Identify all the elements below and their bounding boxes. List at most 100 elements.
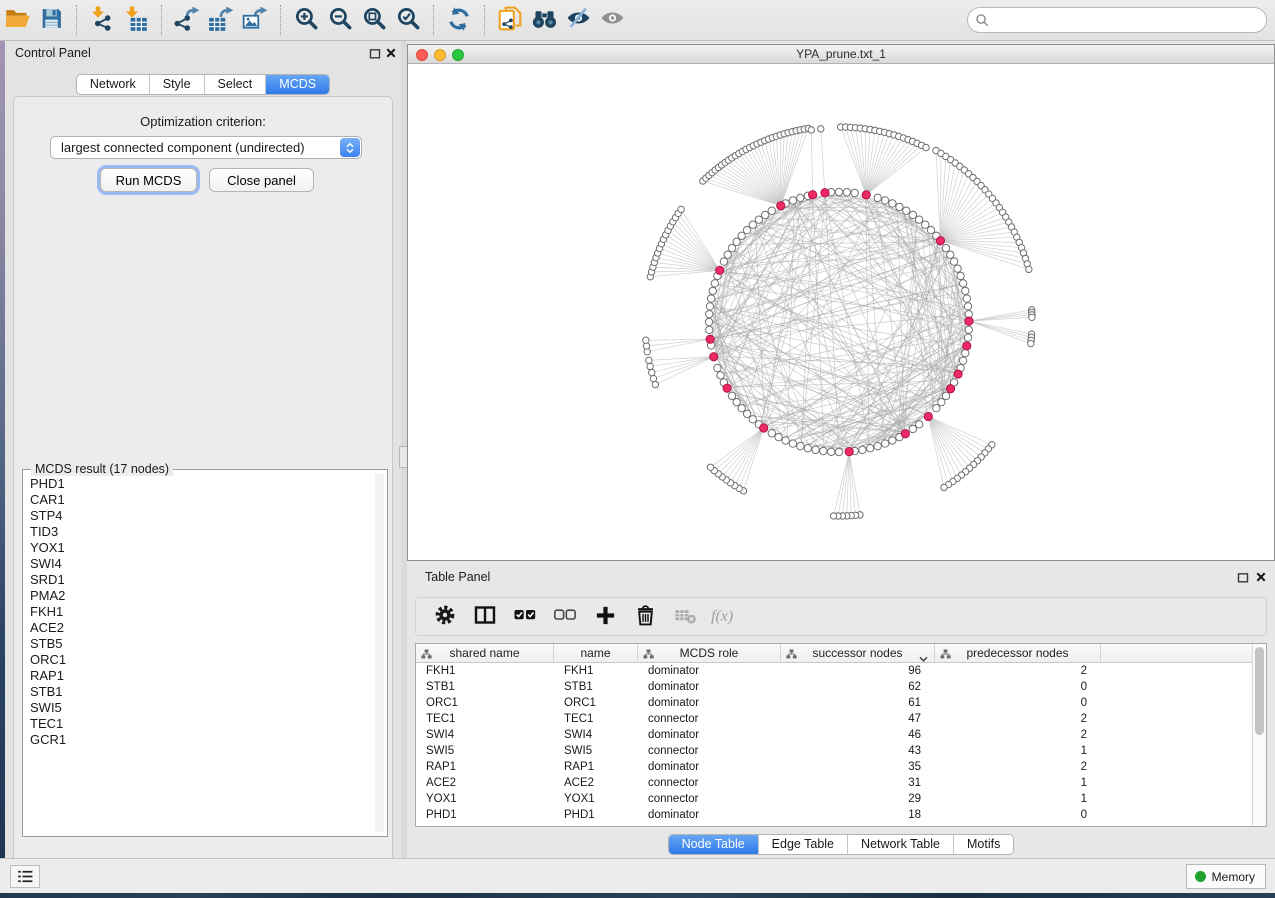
cell-shared-name[interactable]: FKH1	[416, 663, 554, 679]
cell-predecessor-nodes[interactable]: 0	[935, 695, 1101, 711]
memory-button[interactable]: Memory	[1186, 864, 1266, 889]
column-header-predecessor-nodes[interactable]: predecessor nodes	[935, 644, 1101, 662]
tab-network-table[interactable]: Network Table	[847, 835, 953, 854]
mcds-result-item[interactable]: SWI4	[24, 556, 376, 572]
cell-predecessor-nodes[interactable]: 2	[935, 759, 1101, 775]
close-icon[interactable]	[384, 47, 397, 59]
cell-successor-nodes[interactable]: 62	[781, 679, 935, 695]
table-row[interactable]: YOX1YOX1connector291	[416, 791, 1266, 807]
cell-name[interactable]: ORC1	[554, 695, 638, 711]
tab-edge-table[interactable]: Edge Table	[758, 835, 847, 854]
column-header-shared-name[interactable]: shared name	[416, 644, 554, 662]
cell-MCDS-role[interactable]: dominator	[638, 727, 781, 743]
network-graph-canvas[interactable]	[408, 64, 1274, 560]
close-window-icon[interactable]	[416, 49, 428, 61]
import-network-button[interactable]	[85, 3, 119, 37]
column-header-successor-nodes[interactable]: successor nodes	[781, 644, 935, 662]
table-row[interactable]: TEC1TEC1connector472	[416, 711, 1266, 727]
mcds-result-item[interactable]: YOX1	[24, 540, 376, 556]
zoom-in-button[interactable]	[289, 3, 323, 37]
criterion-select[interactable]: largest connected component (undirected)	[50, 136, 362, 159]
cell-successor-nodes[interactable]: 46	[781, 727, 935, 743]
close-panel-button[interactable]: Close panel	[209, 168, 314, 192]
mcds-result-item[interactable]: FKH1	[24, 604, 376, 620]
tab-network[interactable]: Network	[77, 75, 149, 94]
cell-shared-name[interactable]: PHD1	[416, 807, 554, 823]
deselect-all-button[interactable]	[548, 602, 582, 632]
float-icon[interactable]	[1236, 571, 1249, 583]
column-header-name[interactable]: name	[554, 644, 638, 662]
cell-MCDS-role[interactable]: dominator	[638, 759, 781, 775]
cell-successor-nodes[interactable]: 31	[781, 775, 935, 791]
cell-shared-name[interactable]: STB1	[416, 679, 554, 695]
search-input[interactable]	[967, 7, 1267, 33]
mcds-result-item[interactable]: RAP1	[24, 668, 376, 684]
mcds-result-item[interactable]: SRD1	[24, 572, 376, 588]
column-header-MCDS-role[interactable]: MCDS role	[638, 644, 781, 662]
table-row[interactable]: PHD1PHD1dominator180	[416, 807, 1266, 823]
run-mcds-button[interactable]: Run MCDS	[100, 168, 197, 192]
find-button[interactable]	[527, 3, 561, 37]
export-table-button[interactable]	[204, 3, 238, 37]
mcds-result-item[interactable]: CAR1	[24, 492, 376, 508]
cell-successor-nodes[interactable]: 47	[781, 711, 935, 727]
table-row[interactable]: SWI5SWI5connector431	[416, 743, 1266, 759]
show-all-button[interactable]	[595, 3, 629, 37]
import-table-button[interactable]	[119, 3, 153, 37]
zoom-fit-button[interactable]	[357, 3, 391, 37]
mcds-result-item[interactable]: STB1	[24, 684, 376, 700]
table-row[interactable]: FKH1FKH1dominator962	[416, 663, 1266, 679]
delete-column-button[interactable]	[628, 602, 662, 632]
zoom-selected-button[interactable]	[391, 3, 425, 37]
mcds-result-list[interactable]: PHD1CAR1STP4TID3YOX1SWI4SRD1PMA2FKH1ACE2…	[24, 476, 376, 832]
minimize-window-icon[interactable]	[434, 49, 446, 61]
network-window-titlebar[interactable]: YPA_prune.txt_1	[408, 45, 1274, 64]
refresh-view-button[interactable]	[442, 3, 476, 37]
table-row[interactable]: RAP1RAP1dominator352	[416, 759, 1266, 775]
network-graph[interactable]	[408, 64, 1274, 560]
mcds-result-item[interactable]: ORC1	[24, 652, 376, 668]
mcds-result-item[interactable]: PMA2	[24, 588, 376, 604]
cell-MCDS-role[interactable]: connector	[638, 743, 781, 759]
cell-name[interactable]: SWI5	[554, 743, 638, 759]
cell-predecessor-nodes[interactable]: 1	[935, 791, 1101, 807]
open-file-button[interactable]	[0, 3, 34, 37]
cell-MCDS-role[interactable]: dominator	[638, 679, 781, 695]
select-all-button[interactable]	[508, 602, 542, 632]
cell-shared-name[interactable]: RAP1	[416, 759, 554, 775]
zoom-out-button[interactable]	[323, 3, 357, 37]
cell-predecessor-nodes[interactable]: 0	[935, 679, 1101, 695]
mcds-result-item[interactable]: STB5	[24, 636, 376, 652]
cell-name[interactable]: RAP1	[554, 759, 638, 775]
cell-MCDS-role[interactable]: dominator	[638, 695, 781, 711]
tab-mcds[interactable]: MCDS	[265, 75, 329, 94]
cell-successor-nodes[interactable]: 43	[781, 743, 935, 759]
cell-name[interactable]: YOX1	[554, 791, 638, 807]
maximize-window-icon[interactable]	[452, 49, 464, 61]
export-network-button[interactable]	[170, 3, 204, 37]
tab-style[interactable]: Style	[149, 75, 204, 94]
mcds-result-item[interactable]: SWI5	[24, 700, 376, 716]
table-scrollbar-thumb[interactable]	[1255, 647, 1264, 735]
float-icon[interactable]	[368, 47, 381, 59]
cell-name[interactable]: ACE2	[554, 775, 638, 791]
mcds-list-scrollbar[interactable]	[375, 474, 384, 832]
cell-MCDS-role[interactable]: dominator	[638, 663, 781, 679]
cell-name[interactable]: FKH1	[554, 663, 638, 679]
table-row[interactable]: SWI4SWI4dominator462	[416, 727, 1266, 743]
hide-selected-button[interactable]	[561, 3, 595, 37]
export-image-button[interactable]	[238, 3, 272, 37]
cell-shared-name[interactable]: ORC1	[416, 695, 554, 711]
tab-select[interactable]: Select	[204, 75, 266, 94]
cell-name[interactable]: PHD1	[554, 807, 638, 823]
clone-network-button[interactable]	[493, 3, 527, 37]
cell-predecessor-nodes[interactable]: 1	[935, 775, 1101, 791]
cell-successor-nodes[interactable]: 18	[781, 807, 935, 823]
cell-predecessor-nodes[interactable]: 1	[935, 743, 1101, 759]
cell-successor-nodes[interactable]: 35	[781, 759, 935, 775]
cell-successor-nodes[interactable]: 96	[781, 663, 935, 679]
cell-MCDS-role[interactable]: connector	[638, 775, 781, 791]
cell-MCDS-role[interactable]: connector	[638, 711, 781, 727]
cell-MCDS-role[interactable]: dominator	[638, 807, 781, 823]
cell-shared-name[interactable]: SWI4	[416, 727, 554, 743]
